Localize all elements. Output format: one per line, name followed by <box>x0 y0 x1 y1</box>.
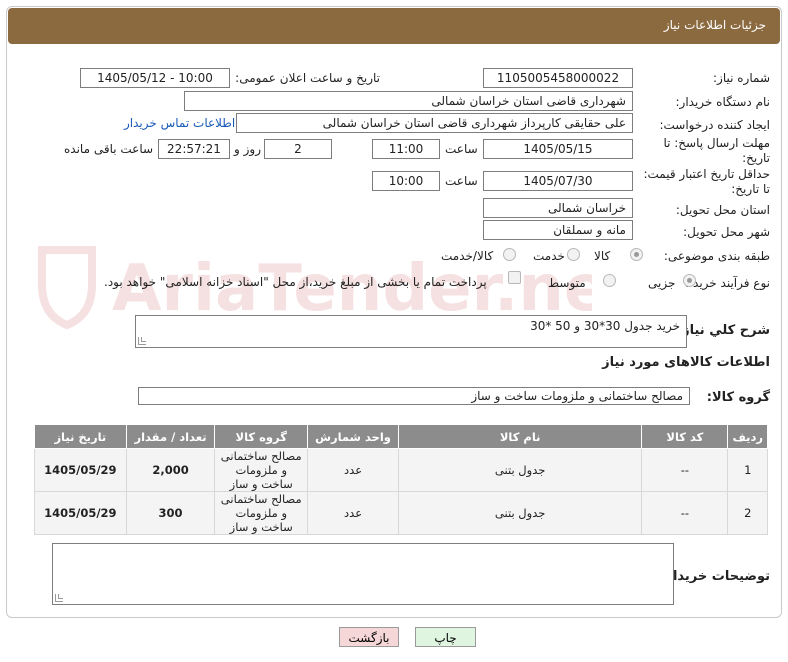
days-label: روز و <box>234 142 261 156</box>
col-qty: تعداد / مقدار <box>125 424 216 449</box>
contact-buyer-link[interactable]: اطلاعات تماس خریدار <box>124 116 235 130</box>
creator-label: ایجاد کننده درخواست: <box>659 118 770 132</box>
category-label: طبقه بندی موضوعی: <box>663 249 770 263</box>
page-title: جزئیات اطلاعات نیاز <box>663 18 766 32</box>
announce-datetime-field: 1405/05/12 - 10:00 <box>80 68 230 88</box>
remaining-label: ساعت باقی مانده <box>64 142 154 156</box>
need-number-field: 1105005458000022 <box>483 68 633 88</box>
item-name: جدول بتنی <box>397 491 643 535</box>
item-unit: عدد <box>307 448 399 492</box>
buyer-notes-label: توضیحات خریدار: <box>660 569 770 584</box>
category-radio-goods[interactable] <box>630 248 643 261</box>
row-number: 2 <box>727 491 768 535</box>
item-qty: 2,000 <box>125 448 216 492</box>
resize-grip-icon[interactable] <box>138 337 146 345</box>
description-textarea[interactable]: خرید جدول 30*30 و 50 *30 <box>135 315 687 348</box>
city-field: مانه و سملقان <box>483 220 633 240</box>
buyer-org-field: شهرداری قاضی استان خراسان شمالی <box>184 91 633 111</box>
province-field: خراسان شمالی <box>483 198 633 218</box>
description-label: شرح کلي نياز: <box>676 323 770 338</box>
page-header: جزئیات اطلاعات نیاز <box>8 8 780 44</box>
item-name: جدول بتنی <box>397 448 643 492</box>
validity-label-2: تا تاریخ: <box>731 182 770 196</box>
col-row: ردیف <box>727 424 768 449</box>
category-radio-goods-service[interactable] <box>503 248 516 261</box>
category-option-goods: کالا <box>594 249 611 263</box>
send-time-label: ساعت <box>445 142 478 156</box>
validity-date-field: 1405/07/30 <box>483 171 633 191</box>
print-button[interactable]: چاپ <box>415 627 476 647</box>
process-option-medium: متوسط <box>548 276 586 290</box>
process-option-minor: جزیی <box>648 276 676 290</box>
send-deadline-label-2: تاریخ: <box>742 151 770 165</box>
announce-label: تاریخ و ساعت اعلان عمومی: <box>235 71 380 85</box>
resize-grip-icon[interactable] <box>55 594 63 602</box>
goods-info-title: اطلاعات کالاهای مورد نیاز <box>602 355 770 370</box>
category-option-goods-service: کالا/خدمت <box>441 249 494 263</box>
days-field: 2 <box>264 139 332 159</box>
description-text: خرید جدول 30*30 و 50 *30 <box>530 319 680 333</box>
row-number: 1 <box>727 448 768 492</box>
col-unit: واحد شمارش <box>307 424 399 449</box>
col-code: کد کالا <box>641 424 729 449</box>
send-deadline-label: مهلت ارسال پاسخ: تا <box>663 136 770 150</box>
category-option-service: خدمت <box>533 249 565 263</box>
item-code: -- <box>641 491 729 535</box>
item-code: -- <box>641 448 729 492</box>
treasury-payment-checkbox[interactable] <box>508 271 521 284</box>
item-group: مصالح ساختمانی و ملزومات ساخت و ساز <box>214 448 309 492</box>
city-label: شهر محل تحویل: <box>683 225 770 239</box>
table-row: 1 -- جدول بتنی عدد مصالح ساختمانی و ملزو… <box>34 448 768 492</box>
province-label: استان محل تحویل: <box>675 203 770 217</box>
need-number-label: شماره نیاز: <box>713 71 770 85</box>
item-date: 1405/05/29 <box>34 491 127 535</box>
col-name: نام کالا <box>397 424 643 449</box>
send-date-field: 1405/05/15 <box>483 139 633 159</box>
validity-time-field: 10:00 <box>372 171 440 191</box>
col-group: گروه کالا <box>214 424 309 449</box>
validity-time-label: ساعت <box>445 174 478 188</box>
table-row: 2 -- جدول بتنی عدد مصالح ساختمانی و ملزو… <box>34 491 768 535</box>
buyer-org-label: نام دستگاه خریدار: <box>675 95 771 109</box>
buyer-notes-textarea[interactable] <box>52 543 674 605</box>
payment-note: پرداخت تمام یا بخشی از مبلغ خرید،از محل … <box>104 275 487 289</box>
item-unit: عدد <box>307 491 399 535</box>
process-radio-medium[interactable] <box>603 274 616 287</box>
item-date: 1405/05/29 <box>34 448 127 492</box>
category-radio-service[interactable] <box>567 248 580 261</box>
back-button[interactable]: بازگشت <box>339 627 399 647</box>
remaining-time-field: 22:57:21 <box>158 139 230 159</box>
item-qty: 300 <box>125 491 216 535</box>
items-table: ردیف کد کالا نام کالا واحد شمارش گروه کا… <box>34 424 768 535</box>
item-group: مصالح ساختمانی و ملزومات ساخت و ساز <box>214 491 309 535</box>
process-label: نوع فرآیند خرید : <box>685 276 770 290</box>
validity-label: حداقل تاریخ اعتبار قیمت: <box>643 167 770 181</box>
creator-field: علی حقایقی کارپرداز شهرداری قاضی استان خ… <box>236 113 633 133</box>
process-radio-minor[interactable] <box>683 274 696 287</box>
goods-group-field: مصالح ساختمانی و ملزومات ساخت و ساز <box>138 387 690 405</box>
col-date: تاریخ نیاز <box>34 424 127 449</box>
send-time-field: 11:00 <box>372 139 440 159</box>
table-header-row: ردیف کد کالا نام کالا واحد شمارش گروه کا… <box>34 424 768 449</box>
goods-group-label: گروه کالا: <box>706 390 770 405</box>
